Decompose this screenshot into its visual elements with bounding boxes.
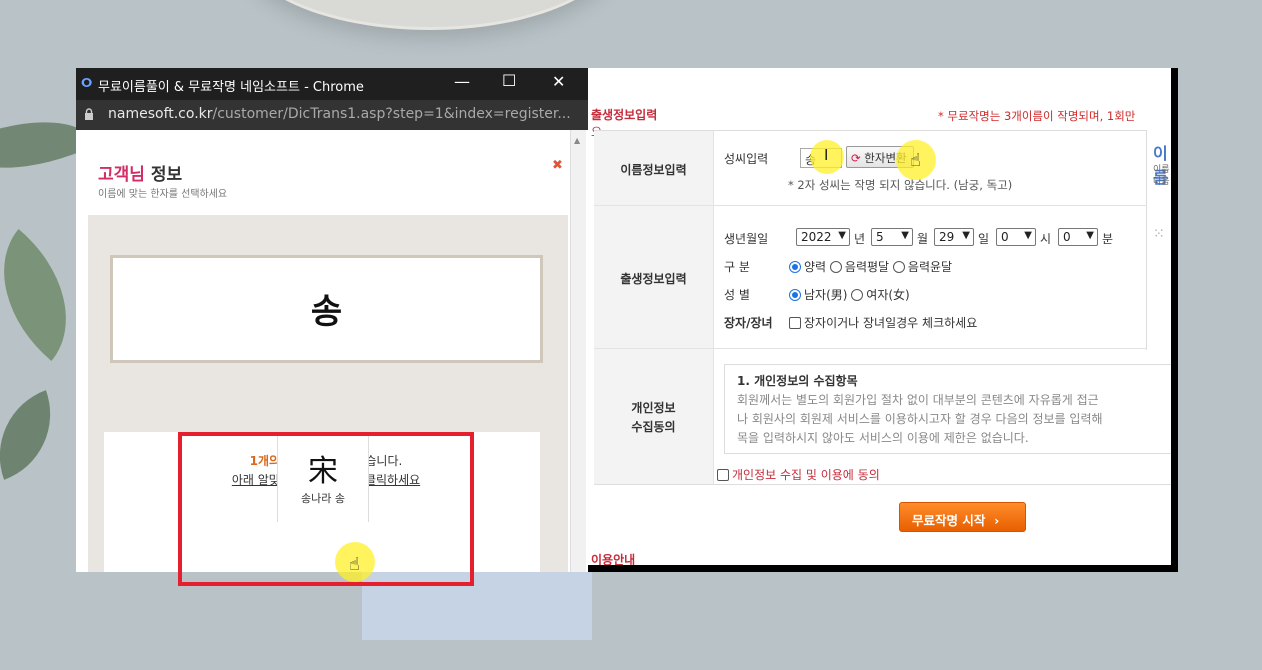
hour-unit: 시 <box>1040 232 1052 246</box>
day-unit: 일 <box>978 232 990 246</box>
chevron-down-icon: ▼ <box>901 230 909 241</box>
url-domain: namesoft.co.kr <box>108 106 213 122</box>
surname-note: * 2자 성씨는 작명 되지 않습니다. (남궁, 독고) <box>788 178 1013 192</box>
name-section-label: 이름정보입력 <box>594 131 714 205</box>
address-url[interactable]: namesoft.co.kr/customer/DicTrans1.asp?st… <box>108 106 578 122</box>
side-panel-line: 다음 <box>1153 177 1170 187</box>
popup-title-highlight: 고객님 <box>98 165 145 185</box>
notice-text: * 무료작명는 3개이름이 작명되며, 1회만 <box>938 109 1136 123</box>
highlight-box <box>178 432 474 586</box>
eldest-checkbox[interactable] <box>789 317 801 329</box>
window-title: 무료이름풀이 & 무료작명 네임소프트 - Chrome <box>98 80 364 95</box>
privacy-label-line2: 수집동의 <box>631 420 676 434</box>
main-page: 출생정보입력 요 * 무료작명는 3개이름이 작명되며, 1회만 이름정보입력 … <box>588 68 1171 565</box>
maximize-icon[interactable]: ☐ <box>502 71 516 90</box>
site-favicon-icon: ⵔ <box>81 76 93 90</box>
year-unit: 년 <box>854 232 866 246</box>
month-value: 5 <box>876 230 884 244</box>
radio-lunar[interactable] <box>829 261 842 273</box>
privacy-label-line1: 개인정보 <box>631 401 676 415</box>
refresh-icon: ⟳ <box>851 151 861 165</box>
usage-heading: 이용안내 <box>591 553 636 565</box>
hour-value: 0 <box>1001 230 1009 244</box>
privacy-agree-checkbox[interactable] <box>717 469 729 481</box>
scroll-up-icon[interactable]: ▲ <box>574 136 580 145</box>
scrollbar[interactable]: ▲ <box>570 130 586 572</box>
loading-spinner-icon: ⁙ <box>1153 226 1165 242</box>
popup-title-rest: 정보 <box>144 165 183 185</box>
start-naming-label: 무료작명 시작 <box>912 513 986 528</box>
surname-label: 성씨입력 <box>724 152 769 166</box>
calendar-option-solar[interactable]: 양력 <box>804 260 826 274</box>
background-leaf <box>0 390 70 480</box>
privacy-line: 나 회원사의 회원제 서비스를 이용하시고자 할 경우 다음의 정보를 입력해 <box>737 412 1103 426</box>
name-display-box: 송 <box>110 255 543 363</box>
hand-cursor-icon: ☝ <box>349 554 360 575</box>
month-unit: 월 <box>917 232 929 246</box>
background-plate <box>240 0 620 30</box>
popup-window: ⵔ 무료이름풀이 & 무료작명 네임소프트 - Chrome — ☐ ✕ nam… <box>76 68 588 586</box>
chevron-down-icon: ▼ <box>1024 230 1032 241</box>
calendar-option-lunar[interactable]: 음력평달 <box>845 260 889 274</box>
screenshot-frame: ⵔ 무료이름풀이 & 무료작명 네임소프트 - Chrome — ☐ ✕ nam… <box>76 68 1178 586</box>
radio-male[interactable] <box>789 289 801 301</box>
hand-cursor-icon: ☝ <box>910 150 921 171</box>
birth-section-label: 출생정보입력 <box>594 206 714 348</box>
lock-icon <box>85 108 93 120</box>
chevron-down-icon: ▼ <box>838 230 846 241</box>
side-panel-text: 이름다음 <box>1153 164 1170 188</box>
address-bar[interactable]: namesoft.co.kr/customer/DicTrans1.asp?st… <box>76 100 588 130</box>
hour-select[interactable]: 0 ▼ <box>996 228 1036 246</box>
popup-subtitle: 이름에 맞는 한자를 선택하세요 <box>98 189 228 200</box>
gender-label: 성 별 <box>724 288 750 302</box>
month-select[interactable]: 5 ▼ <box>871 228 913 246</box>
calendar-options: 양력 음력평달 음력윤달 <box>789 258 952 275</box>
year-select[interactable]: 2022 ▼ <box>796 228 850 246</box>
url-path: /customer/DicTrans1.asp?step=1&index=reg… <box>212 106 571 122</box>
popup-content: 고객님 정보 이름에 맞는 한자를 선택하세요 ✖ 송 1개의 한자가 검색되었… <box>76 130 570 586</box>
eldest-label: 장자/장녀 <box>724 316 773 330</box>
minute-unit: 분 <box>1102 232 1114 246</box>
privacy-line: 목을 입력하시지 않아도 서비스의 이용에 제한은 없습니다. <box>737 431 1029 445</box>
chevron-down-icon: ▼ <box>962 230 970 241</box>
birthdate-label: 생년월일 <box>724 232 769 246</box>
close-window-icon[interactable]: ✕ <box>552 72 565 91</box>
minute-select[interactable]: 0 ▼ <box>1058 228 1098 246</box>
calendar-label: 구 분 <box>724 260 750 274</box>
eldest-option: 장자이거나 장녀일경우 체크하세요 <box>789 314 977 331</box>
window-titlebar: ⵔ 무료이름풀이 & 무료작명 네임소프트 - Chrome — ☐ ✕ <box>76 68 588 100</box>
privacy-agree-label[interactable]: 개인정보 수집 및 이용에 동의 <box>732 468 880 482</box>
side-panel-line: 이름 <box>1153 165 1170 175</box>
frame-border <box>1171 68 1178 572</box>
calendar-option-lunar-leap[interactable]: 음력윤달 <box>908 260 952 274</box>
day-value: 29 <box>939 230 955 244</box>
popup-title: 고객님 정보 <box>98 160 182 185</box>
gender-option-male[interactable]: 남자(男) <box>804 288 847 302</box>
chevron-right-icon: › <box>994 513 1000 528</box>
chevron-down-icon: ▼ <box>1086 230 1094 241</box>
eldest-check-label[interactable]: 장자이거나 장녀일경우 체크하세요 <box>804 316 977 330</box>
start-naming-button[interactable]: 무료작명 시작 › <box>899 502 1026 532</box>
radio-female[interactable] <box>851 289 864 301</box>
gender-options: 남자(男) 여자(女) <box>789 286 910 303</box>
radio-lunar-leap[interactable] <box>892 261 905 273</box>
popup-close-icon[interactable]: ✖ <box>552 158 563 173</box>
year-value: 2022 <box>801 230 832 244</box>
minimize-icon[interactable]: — <box>454 72 470 91</box>
text-cursor-icon: I <box>824 146 829 164</box>
section-heading: 출생정보입력 <box>591 108 658 122</box>
name-character: 송 <box>310 292 343 332</box>
gender-option-female[interactable]: 여자(女) <box>866 288 909 302</box>
day-select[interactable]: 29 ▼ <box>934 228 974 246</box>
privacy-line: 회원께서는 별도의 회원가입 절차 없이 대부분의 콘텐츠에 자유롭게 접근 <box>737 393 1099 407</box>
privacy-heading: 1. 개인정보의 수집항목 <box>737 374 858 388</box>
radio-solar[interactable] <box>789 261 801 273</box>
minute-value: 0 <box>1063 230 1071 244</box>
privacy-section-label: 개인정보수집동의 <box>594 349 714 484</box>
privacy-agree-option: 개인정보 수집 및 이용에 동의 <box>717 466 880 483</box>
privacy-terms-box[interactable]: 1. 개인정보의 수집항목 회원께서는 별도의 회원가입 절차 없이 대부분의 … <box>724 364 1171 454</box>
